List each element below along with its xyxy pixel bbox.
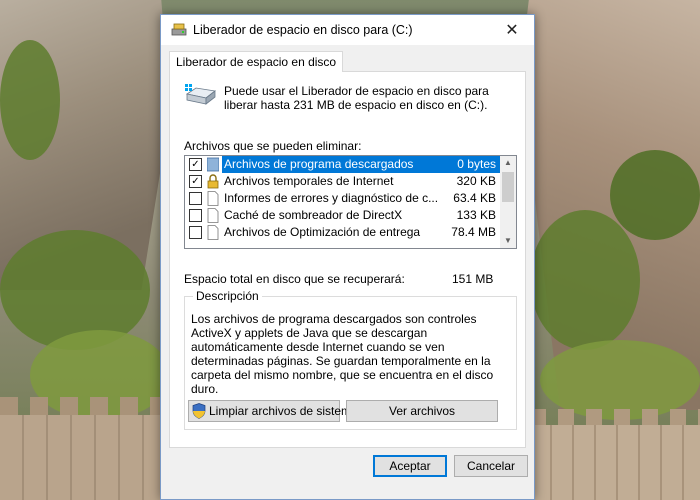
item-checkbox[interactable] (189, 226, 202, 239)
close-icon: ✕ (505, 22, 519, 39)
clean-system-files-button[interactable]: Limpiar archivos de sistema (188, 400, 358, 422)
item-size: 63.4 KB (453, 191, 496, 205)
hard-drive-icon (185, 84, 216, 105)
file-icon (207, 191, 219, 206)
list-item[interactable]: ✓ Archivos de programa descargados 0 byt… (185, 156, 500, 173)
vegetation (0, 40, 60, 160)
list-item[interactable]: Informes de errores y diagnóstico de c..… (185, 190, 500, 207)
stone-wall-right (530, 409, 700, 500)
item-name: Caché de sombreador de DirectX (224, 208, 403, 222)
close-button[interactable]: ✕ (490, 15, 534, 45)
item-checkbox[interactable]: ✓ (189, 158, 202, 171)
item-size: 0 bytes (457, 157, 496, 171)
item-checkbox[interactable] (189, 209, 202, 222)
tab-disk-cleanup[interactable]: Liberador de espacio en disco (169, 51, 344, 72)
list-item[interactable]: Archivos de Optimización de entrega 78.4… (185, 224, 500, 241)
tab-panel: Puede usar el Liberador de espacio en di… (169, 71, 526, 448)
view-files-button[interactable]: Ver archivos (346, 400, 498, 422)
scroll-up-icon[interactable]: ▲ (500, 156, 516, 170)
lock-icon (207, 174, 219, 189)
files-list-label: Archivos que se pueden eliminar: (184, 139, 362, 153)
description-text: Los archivos de programa descargados son… (191, 312, 494, 396)
item-size: 320 KB (456, 174, 496, 188)
files-to-delete-list[interactable]: ✓ Archivos de programa descargados 0 byt… (184, 155, 517, 249)
title-bar[interactable]: Liberador de espacio en disco para (C:) … (161, 15, 534, 45)
intro-text: Puede usar el Liberador de espacio en di… (224, 84, 489, 112)
vegetation (610, 150, 700, 240)
folder-icon (207, 157, 219, 172)
file-icon (207, 208, 219, 223)
vegetation (540, 340, 700, 420)
item-size: 78.4 MB (451, 225, 496, 239)
file-icon (207, 225, 219, 240)
item-size: 133 KB (456, 208, 496, 222)
total-space-value: 151 MB (452, 272, 494, 286)
item-name: Informes de errores y diagnóstico de c..… (224, 191, 439, 205)
disk-cleanup-app-icon (171, 23, 187, 36)
item-checkbox[interactable]: ✓ (189, 175, 202, 188)
total-space-label: Espacio total en disco que se recuperará… (184, 272, 405, 286)
item-name: Archivos de programa descargados (224, 157, 414, 171)
list-scrollbar[interactable]: ▲ ▼ (500, 156, 516, 248)
scrollbar-thumb[interactable] (502, 172, 514, 202)
uac-shield-icon (192, 403, 206, 419)
clean-system-files-label: Limpiar archivos de sistema (209, 404, 358, 418)
ok-button[interactable]: Aceptar (373, 455, 447, 477)
item-name: Archivos de Optimización de entrega (224, 225, 421, 239)
list-item[interactable]: ✓ Archivos temporales de Internet 320 KB (185, 173, 500, 190)
description-legend: Descripción (193, 289, 262, 303)
list-item[interactable]: Caché de sombreador de DirectX 133 KB (185, 207, 500, 224)
stone-wall-left (0, 397, 170, 500)
cancel-button[interactable]: Cancelar (454, 455, 528, 477)
item-name: Archivos temporales de Internet (224, 174, 394, 188)
vegetation (530, 210, 640, 350)
scroll-down-icon[interactable]: ▼ (500, 234, 516, 248)
window-title: Liberador de espacio en disco para (C:) (193, 23, 413, 37)
disk-cleanup-dialog: Liberador de espacio en disco para (C:) … (160, 14, 535, 500)
item-checkbox[interactable] (189, 192, 202, 205)
